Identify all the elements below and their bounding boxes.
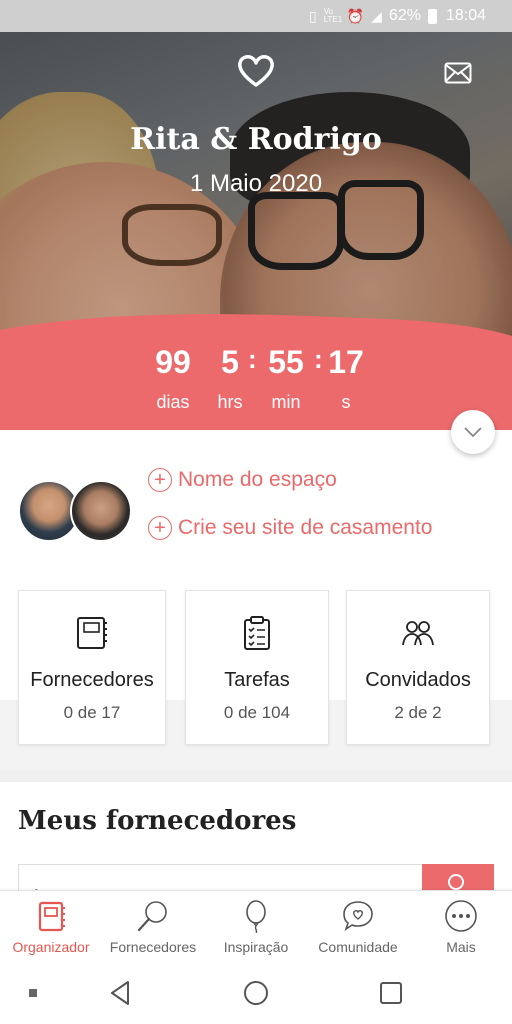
vibrate-icon: ▯ bbox=[308, 7, 317, 24]
clipboard-checklist-icon bbox=[244, 616, 270, 650]
countdown-hours: 5 hrs bbox=[210, 344, 250, 413]
nav-organizador[interactable]: Organizador bbox=[0, 899, 102, 955]
create-site-link[interactable]: + Crie seu site de casamento bbox=[148, 516, 432, 540]
nav-label: Comunidade bbox=[318, 939, 398, 955]
battery-percent: 62% bbox=[388, 7, 421, 24]
nav-inspiracao[interactable]: Inspiração bbox=[205, 899, 307, 955]
status-bar: ▯ Vo LTE1 ⏰ ◢ 62% 18:04 bbox=[0, 0, 512, 32]
days-label: dias bbox=[156, 392, 190, 412]
nav-comunidade[interactable]: Comunidade bbox=[307, 899, 409, 955]
organizer-icon bbox=[38, 901, 65, 932]
nav-label: Fornecedores bbox=[109, 939, 197, 955]
balloon-icon bbox=[246, 900, 266, 933]
nav-fornecedores[interactable]: Fornecedores bbox=[102, 899, 204, 955]
volte-icon: Vo LTE1 bbox=[323, 7, 343, 24]
minutes-label: min bbox=[271, 392, 301, 412]
card-tarefas[interactable]: Tarefas 0 de 104 bbox=[185, 590, 329, 745]
days-value: 99 bbox=[155, 344, 191, 380]
seconds-label: s bbox=[341, 392, 351, 412]
hours-value: 5 bbox=[221, 344, 239, 380]
avatar bbox=[70, 480, 132, 542]
mail-icon[interactable] bbox=[444, 62, 472, 84]
recent-apps-dot-icon[interactable] bbox=[28, 988, 38, 998]
clock: 18:04 bbox=[445, 7, 486, 24]
heart-icon bbox=[238, 55, 274, 87]
card-title: Tarefas bbox=[224, 669, 290, 691]
card-count: 0 de 17 bbox=[63, 703, 121, 722]
card-title: Fornecedores bbox=[30, 669, 154, 691]
colon-separator: : bbox=[314, 344, 323, 374]
countdown-minutes: 55 min bbox=[258, 344, 314, 413]
wedding-date: 1 Maio 2020 bbox=[189, 170, 323, 197]
seconds-value: 17 bbox=[328, 344, 364, 380]
search-vendors-icon bbox=[137, 901, 167, 932]
more-icon bbox=[445, 900, 477, 932]
guests-icon bbox=[402, 621, 434, 646]
section-divider bbox=[0, 770, 512, 782]
space-name-link[interactable]: + Nome do espaço bbox=[148, 468, 337, 492]
overview-icon[interactable] bbox=[379, 981, 403, 1005]
countdown-days: 99 dias bbox=[146, 344, 200, 413]
plus-circle-icon: + bbox=[148, 516, 172, 540]
create-site-label: Crie seu site de casamento bbox=[178, 516, 433, 539]
battery-icon bbox=[427, 8, 437, 24]
colon-separator: : bbox=[248, 344, 257, 374]
card-fornecedores[interactable]: Fornecedores 0 de 17 bbox=[18, 590, 166, 745]
vendors-section-title: Meus fornecedores bbox=[18, 806, 297, 836]
card-count: 2 de 2 bbox=[394, 703, 442, 722]
nav-label: Organizador bbox=[12, 939, 90, 955]
couple-avatars[interactable] bbox=[18, 480, 138, 544]
back-icon[interactable] bbox=[108, 980, 132, 1006]
home-icon[interactable] bbox=[243, 980, 269, 1006]
expand-button[interactable] bbox=[451, 410, 495, 454]
couple-names: Rita & Rodrigo bbox=[130, 122, 382, 157]
minutes-value: 55 bbox=[268, 344, 304, 380]
card-title: Convidados bbox=[365, 669, 471, 691]
space-name-label: Nome do espaço bbox=[178, 468, 337, 491]
chevron-down-icon bbox=[464, 427, 482, 437]
nav-label: Mais bbox=[446, 939, 476, 955]
card-count: 0 de 104 bbox=[223, 703, 291, 722]
card-convidados[interactable]: Convidados 2 de 2 bbox=[346, 590, 490, 745]
countdown-seconds: 17 s bbox=[324, 344, 368, 413]
notebook-icon bbox=[77, 617, 107, 649]
signal-icon: ◢ bbox=[371, 7, 382, 24]
nav-label: Inspiração bbox=[223, 939, 289, 955]
chat-heart-icon bbox=[343, 901, 373, 931]
nav-mais[interactable]: Mais bbox=[410, 899, 512, 955]
bottom-navigation: Organizador Fornecedores Inspiração Comu… bbox=[0, 890, 512, 964]
hours-label: hrs bbox=[217, 392, 243, 412]
alarm-icon: ⏰ bbox=[346, 7, 365, 24]
system-navigation-bar bbox=[0, 964, 512, 1024]
plus-circle-icon: + bbox=[148, 468, 172, 492]
